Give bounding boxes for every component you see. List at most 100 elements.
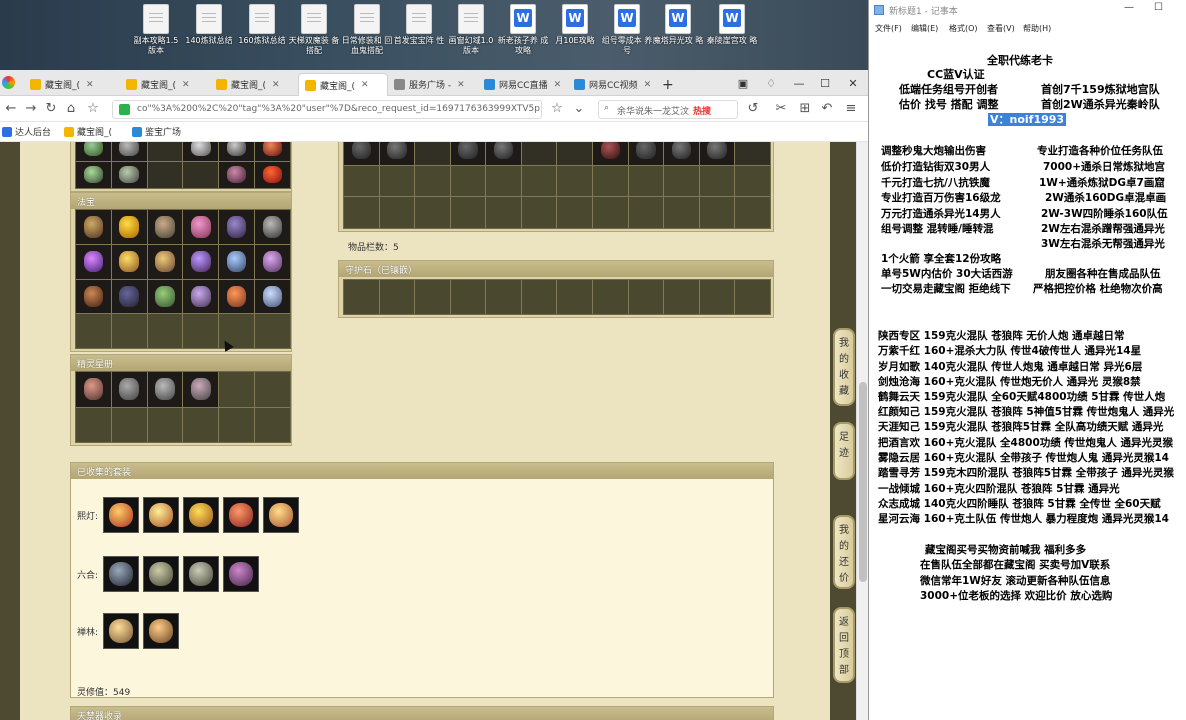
inventory-slot[interactable] — [450, 142, 486, 165]
desktop-file-icon[interactable]: 月10E攻略 — [549, 4, 601, 56]
notepad-text-area[interactable]: 全职代练老卡 CC蓝V认证 低端任务组号开创者 首创7千159炼狱地宫队 估价 … — [869, 36, 1186, 720]
my-favorites-button[interactable]: 我的收藏 — [833, 328, 855, 406]
item-slot[interactable] — [219, 161, 255, 188]
fabao-slot[interactable] — [76, 210, 111, 244]
bookmark-item[interactable]: 达人后台 — [2, 125, 51, 138]
inventory-slot[interactable] — [593, 197, 628, 228]
inventory-slot[interactable] — [664, 142, 699, 165]
suit-item-icon[interactable] — [103, 497, 139, 533]
desktop-file-icon[interactable]: 140炼狱总结 — [183, 4, 235, 56]
suit-item-icon[interactable] — [103, 556, 139, 592]
page-scrollbar[interactable] — [856, 142, 868, 720]
inventory-slot[interactable] — [699, 142, 735, 165]
suit-item-icon[interactable] — [183, 556, 219, 592]
inventory-slot[interactable] — [735, 142, 770, 165]
desktop-file-icon[interactable]: 副本攻略1.5 版本 — [130, 4, 182, 56]
scissors-icon[interactable]: ✂ — [772, 100, 790, 118]
suit-item-icon[interactable] — [183, 497, 219, 533]
footprint-button[interactable]: 足迹 — [833, 422, 855, 480]
spirit-slot[interactable] — [76, 372, 111, 407]
spirit-slot[interactable] — [147, 372, 183, 407]
close-icon[interactable]: ✕ — [457, 80, 465, 90]
browser-tab[interactable]: 藏宝阁_(✕ — [210, 73, 298, 96]
fabao-slot[interactable] — [183, 210, 219, 244]
dropdown-icon[interactable]: ⌄ — [570, 100, 588, 118]
desktop-file-icon[interactable]: 组号零成本 养号 — [601, 4, 653, 56]
guardian-slot[interactable] — [450, 280, 486, 314]
spirit-slot[interactable] — [183, 372, 219, 407]
undo-icon[interactable]: ↶ — [818, 100, 836, 118]
inventory-slot[interactable] — [344, 165, 379, 197]
menu-help[interactable]: 帮助(H) — [1023, 23, 1051, 34]
guardian-slot[interactable] — [415, 280, 450, 314]
bookmark-star-icon[interactable]: ☆ — [548, 100, 566, 118]
item-slot[interactable] — [183, 161, 219, 188]
inventory-slot[interactable] — [699, 165, 735, 197]
inventory-slot[interactable] — [415, 197, 450, 228]
guardian-slot[interactable] — [379, 280, 415, 314]
fabao-slot[interactable] — [255, 279, 290, 314]
guardian-slot[interactable] — [486, 280, 521, 314]
guardian-slot[interactable] — [521, 280, 557, 314]
menu-format[interactable]: 格式(O) — [949, 23, 978, 34]
grid-icon[interactable]: ⊞ — [796, 100, 814, 118]
inventory-slot[interactable] — [521, 197, 557, 228]
spirit-slot[interactable] — [183, 407, 219, 442]
scrollbar-thumb[interactable] — [859, 382, 867, 582]
inventory-slot[interactable] — [699, 197, 735, 228]
suit-item-icon[interactable] — [143, 556, 179, 592]
bookmark-item[interactable]: 鉴宝广场 — [132, 125, 181, 138]
inventory-slot[interactable] — [593, 165, 628, 197]
refresh-icon[interactable]: ↺ — [744, 100, 762, 118]
inventory-slot[interactable] — [735, 165, 770, 197]
fabao-slot[interactable] — [147, 279, 183, 314]
spirit-slot[interactable] — [255, 372, 290, 407]
inventory-slot[interactable] — [415, 142, 450, 165]
item-slot[interactable] — [147, 142, 183, 161]
spirit-slot[interactable] — [147, 407, 183, 442]
item-slot[interactable] — [111, 161, 147, 188]
fabao-slot[interactable] — [111, 210, 147, 244]
inventory-slot[interactable] — [628, 165, 664, 197]
inventory-slot[interactable] — [735, 197, 770, 228]
guardian-slot[interactable] — [664, 280, 699, 314]
fabao-slot[interactable] — [183, 314, 219, 348]
inventory-slot[interactable] — [628, 142, 664, 165]
search-input[interactable]: ⌕ 余华说朱一龙艾汶 热搜 — [598, 100, 738, 119]
suit-item-icon[interactable] — [223, 497, 259, 533]
spirit-slot[interactable] — [111, 407, 147, 442]
reload-icon[interactable]: ↻ — [42, 100, 60, 118]
inventory-slot[interactable] — [344, 197, 379, 228]
fabao-slot[interactable] — [219, 279, 255, 314]
close-icon[interactable]: ✕ — [182, 80, 190, 90]
item-slot[interactable] — [76, 161, 111, 188]
inventory-slot[interactable] — [521, 142, 557, 165]
fabao-slot[interactable] — [111, 314, 147, 348]
minimize-button[interactable]: — — [786, 70, 812, 96]
fabao-slot[interactable] — [255, 244, 290, 279]
fabao-slot[interactable] — [76, 244, 111, 279]
spirit-slot[interactable] — [219, 372, 255, 407]
fabao-slot[interactable] — [147, 244, 183, 279]
bookmark-item[interactable]: 藏宝阁_( — [64, 125, 112, 138]
back-icon[interactable]: ← — [2, 100, 20, 118]
fabao-slot[interactable] — [183, 279, 219, 314]
inventory-slot[interactable] — [486, 165, 521, 197]
desktop-file-icon[interactable]: 160炼狱总结 — [236, 4, 288, 56]
item-slot[interactable] — [255, 161, 290, 188]
browser-tab[interactable]: 服务广场 - ✕ — [388, 73, 478, 96]
fabao-slot[interactable] — [147, 314, 183, 348]
inventory-slot[interactable] — [379, 165, 415, 197]
browser-tab[interactable]: 网易CC视频 ✕ — [568, 73, 656, 96]
home-icon[interactable]: ⌂ — [62, 100, 80, 118]
desktop-file-icon[interactable]: 首发宝宝阵 性 — [393, 4, 445, 56]
guardian-slot[interactable] — [344, 280, 379, 314]
desktop-file-icon[interactable]: 画窗幻域1.0 版本 — [445, 4, 497, 56]
fabao-slot[interactable] — [219, 210, 255, 244]
shirt-icon[interactable]: ♢ — [758, 70, 784, 96]
close-window-button[interactable]: ✕ — [840, 70, 866, 96]
suit-item-icon[interactable] — [223, 556, 259, 592]
guardian-slot[interactable] — [628, 280, 664, 314]
maximize-button[interactable]: ☐ — [812, 70, 838, 96]
fabao-slot[interactable] — [219, 244, 255, 279]
